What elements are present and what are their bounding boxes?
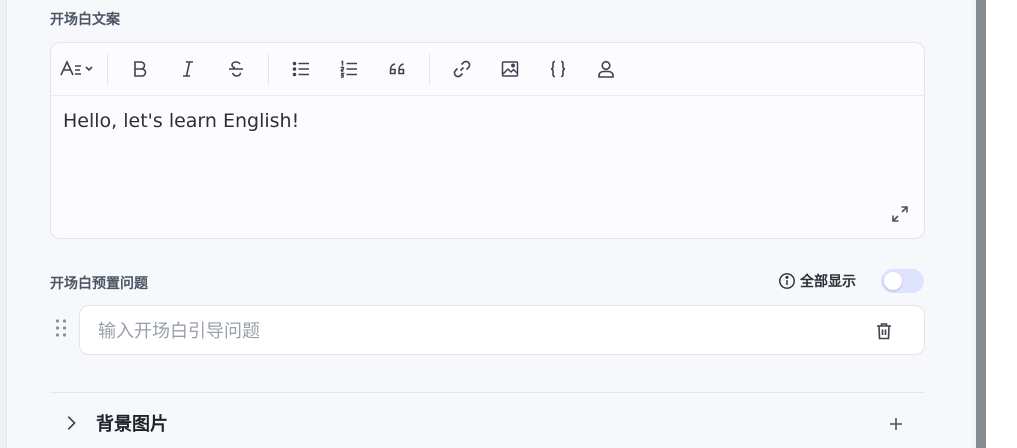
expand-icon xyxy=(892,206,908,222)
bold-button[interactable] xyxy=(124,53,156,85)
italic-button[interactable] xyxy=(172,53,204,85)
background-image-title: 背景图片 xyxy=(96,414,168,435)
show-all-control: 全部显示 xyxy=(778,271,856,291)
mention-user-button[interactable] xyxy=(590,53,622,85)
quote-button[interactable] xyxy=(381,53,413,85)
background-image-section[interactable]: 背景图片 xyxy=(62,410,168,436)
link-button[interactable] xyxy=(446,53,478,85)
show-all-toggle[interactable] xyxy=(881,269,924,293)
drag-handle-icon[interactable] xyxy=(54,318,68,338)
trash-icon xyxy=(877,323,891,340)
bullet-list-icon xyxy=(292,61,309,77)
numbered-list-icon xyxy=(340,60,357,78)
toggle-knob xyxy=(884,272,902,290)
strikethrough-icon xyxy=(229,61,243,77)
code-braces-icon xyxy=(550,60,566,78)
numbered-list-button[interactable] xyxy=(333,53,365,85)
user-icon xyxy=(598,60,614,78)
strikethrough-button[interactable] xyxy=(220,53,252,85)
editor-toolbar xyxy=(51,43,924,96)
font-style-button[interactable] xyxy=(59,53,99,85)
opening-editor[interactable]: Hello, let's learn English! xyxy=(50,42,925,239)
link-icon xyxy=(453,60,471,78)
image-icon xyxy=(501,61,519,77)
preset-question-input[interactable] xyxy=(98,318,858,344)
code-button[interactable] xyxy=(542,53,574,85)
preset-questions-title: 开场白预置问题 xyxy=(50,276,148,292)
scrollbar[interactable] xyxy=(976,0,986,448)
image-button[interactable] xyxy=(494,53,526,85)
add-background-icon[interactable] xyxy=(886,414,906,434)
preset-question-field xyxy=(79,305,925,355)
show-all-label: 全部显示 xyxy=(800,274,856,290)
section-divider xyxy=(50,392,925,393)
info-icon[interactable] xyxy=(778,272,796,290)
toolbar-separator xyxy=(268,54,269,84)
italic-icon xyxy=(183,61,193,77)
right-background xyxy=(986,0,1017,448)
toolbar-separator xyxy=(107,54,108,84)
quote-icon xyxy=(389,63,405,75)
toolbar-separator xyxy=(429,54,430,84)
delete-question-button[interactable] xyxy=(874,321,894,341)
editor-content[interactable]: Hello, let's learn English! xyxy=(63,110,299,132)
bullet-list-button[interactable] xyxy=(285,53,317,85)
font-style-icon xyxy=(60,60,93,76)
opening-title: 开场白文案 xyxy=(50,12,120,28)
bold-icon xyxy=(134,61,147,77)
expand-button[interactable] xyxy=(890,204,910,224)
chevron-right-icon[interactable] xyxy=(62,414,80,432)
